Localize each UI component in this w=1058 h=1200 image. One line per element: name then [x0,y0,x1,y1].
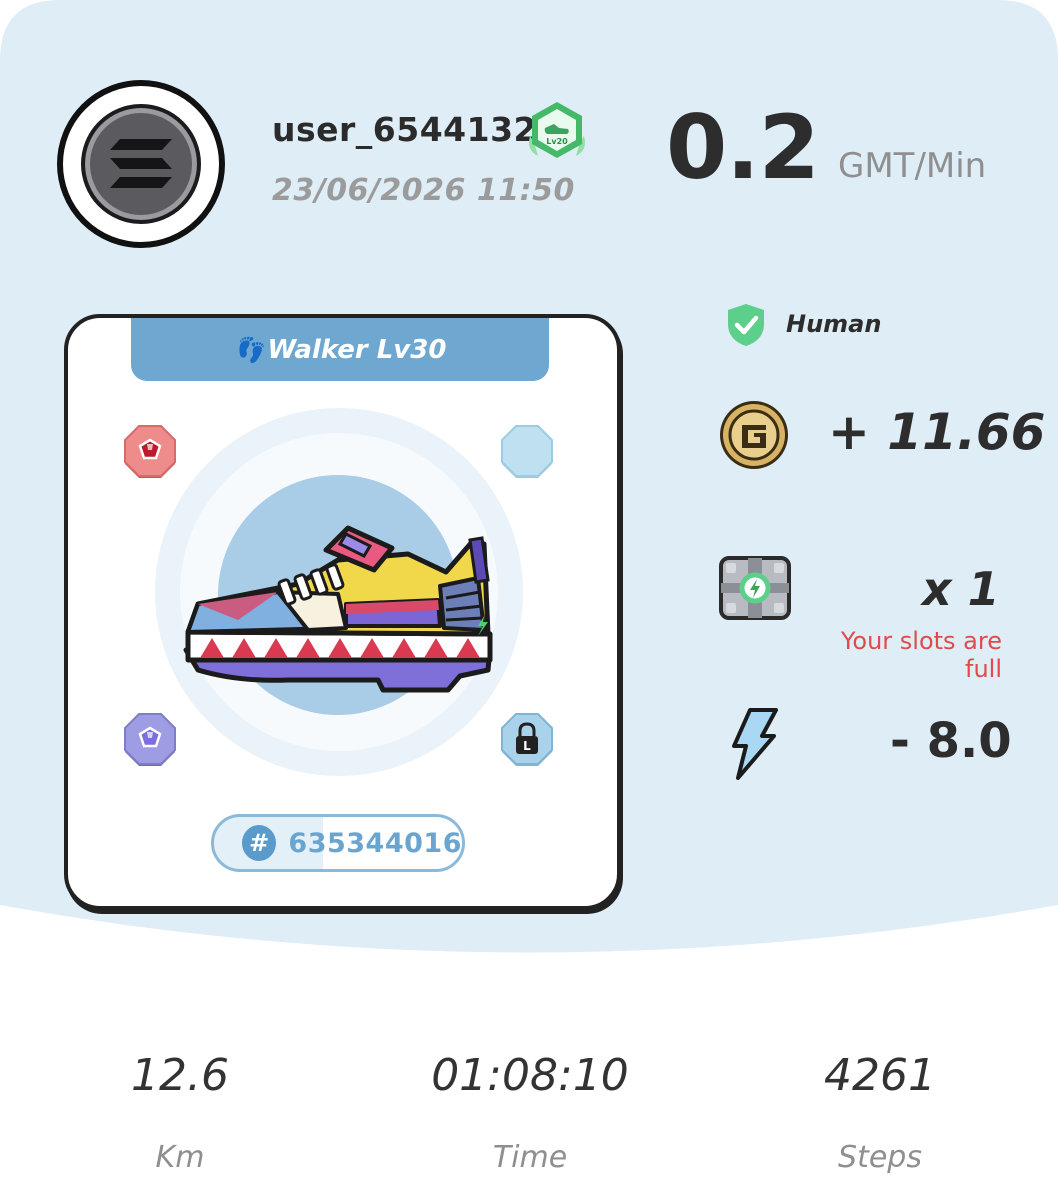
energy-spent: - 8.0 [890,713,1012,769]
red-gem-slot-icon[interactable] [123,424,177,482]
avatar[interactable] [57,80,225,248]
time-value: 01:08:10 [431,1050,629,1101]
level-badge-icon: Lv20 [529,102,585,158]
sneaker-id-badge[interactable]: # 635344016 [211,814,465,872]
time-label: Time [492,1140,568,1175]
empty-gem-slot-icon[interactable] [500,424,554,482]
steps-value: 4261 [824,1050,936,1101]
sneaker-id: 635344016 [288,827,462,859]
sneaker-type-label: Walker Lv30 [267,334,447,365]
slots-full-warning: Your slots are full [840,627,1002,683]
verified-label: Human [786,310,882,338]
earned-amount: + 11.66 [828,403,1046,461]
solana-icon [81,104,201,224]
session-datetime: 23/06/2026 11:50 [272,173,575,208]
mystery-box-count: x 1 [922,562,1000,616]
sneaker-type-tab: 👣 Walker Lv30 [131,318,549,381]
distance-label: Km [155,1140,205,1175]
gmt-rate-value: 0.2 [666,96,820,199]
username: user_6544132 [272,110,538,149]
svg-text:L: L [523,739,531,753]
hash-icon: # [242,825,277,861]
locked-gem-slot-icon[interactable]: L [500,712,554,770]
energy-bolt-icon [732,708,778,780]
steps-label: Steps [838,1140,922,1175]
gst-coin-icon [720,401,788,469]
distance-value: 12.6 [131,1050,229,1101]
level-badge-label: Lv20 [546,137,568,146]
purple-gem-slot-icon[interactable] [123,712,177,770]
mystery-box-icon [719,556,791,620]
gmt-rate-unit: GMT/Min [838,146,987,186]
footprint-icon: 👣 [233,335,264,364]
sneaker-image[interactable] [178,520,500,700]
verified-shield-icon [728,304,764,346]
